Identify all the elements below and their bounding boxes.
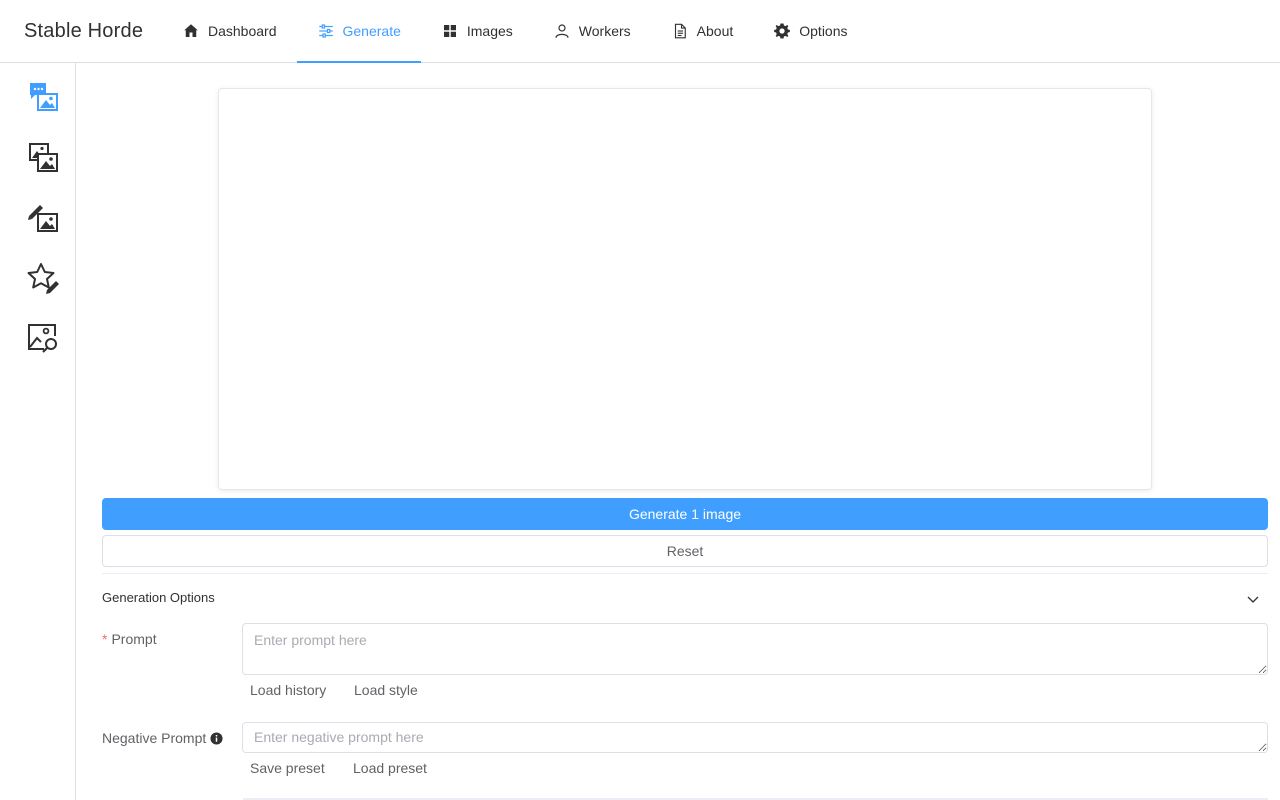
home-icon (184, 24, 198, 37)
chat-image-icon (30, 83, 58, 111)
nav-workers-label: Workers (578, 23, 631, 39)
nav-generate-label: Generate (342, 23, 401, 39)
brush-image-icon (28, 205, 58, 232)
nav-dashboard-label: Dashboard (208, 23, 277, 39)
sidebar-item-image-to-image[interactable] (26, 141, 60, 175)
sidebar-item-text-to-image[interactable] (26, 81, 60, 115)
save-preset-button[interactable]: Save preset (250, 760, 325, 776)
generate-button[interactable]: Generate 1 image (102, 498, 1268, 530)
nav-workers[interactable]: Workers (533, 0, 651, 62)
left-sidebar (0, 63, 76, 800)
negative-prompt-label: Negative Prompt (102, 730, 223, 746)
document-icon (674, 23, 686, 39)
nav-options-label: Options (799, 23, 848, 39)
grid-icon (443, 25, 456, 37)
section-divider (102, 573, 1268, 574)
image-search-icon (28, 324, 57, 353)
app-title: Stable Horde (24, 20, 144, 42)
generation-options-header[interactable]: Generation Options (102, 590, 215, 605)
prompt-label: * Prompt (102, 631, 157, 647)
sidebar-item-inpainting[interactable] (26, 201, 60, 235)
info-icon[interactable] (210, 732, 223, 745)
top-header: Stable Horde Dashboard Generate Images W… (0, 0, 1280, 63)
prompt-input[interactable] (242, 623, 1268, 675)
load-history-button[interactable]: Load history (250, 682, 326, 698)
reset-button[interactable]: Reset (102, 535, 1268, 567)
user-icon (555, 24, 569, 38)
nav-dashboard[interactable]: Dashboard (162, 0, 297, 62)
nav-images[interactable]: Images (421, 0, 533, 62)
sidebar-item-rate[interactable] (26, 261, 60, 295)
nav-about[interactable]: About (651, 0, 754, 62)
load-preset-button[interactable]: Load preset (353, 760, 427, 776)
nav-images-label: Images (466, 23, 513, 39)
star-edit-icon (27, 263, 59, 294)
image-preview-area (218, 88, 1152, 490)
gear-icon (774, 23, 791, 39)
images-icon (29, 143, 58, 172)
prompt-label-text: Prompt (111, 631, 157, 647)
negative-prompt-input[interactable] (242, 722, 1268, 753)
load-style-button[interactable]: Load style (354, 682, 418, 698)
chevron-down-icon[interactable] (1245, 591, 1261, 607)
negative-prompt-label-text: Negative Prompt (102, 730, 207, 746)
nav-options[interactable]: Options (753, 0, 867, 62)
sliders-icon (318, 24, 333, 38)
sidebar-item-interrogation[interactable] (26, 321, 60, 355)
nav-generate[interactable]: Generate (296, 0, 422, 63)
required-mark: * (102, 631, 108, 647)
main-nav: Dashboard Generate Images Workers About … (162, 0, 868, 63)
nav-about-label: About (696, 23, 734, 39)
